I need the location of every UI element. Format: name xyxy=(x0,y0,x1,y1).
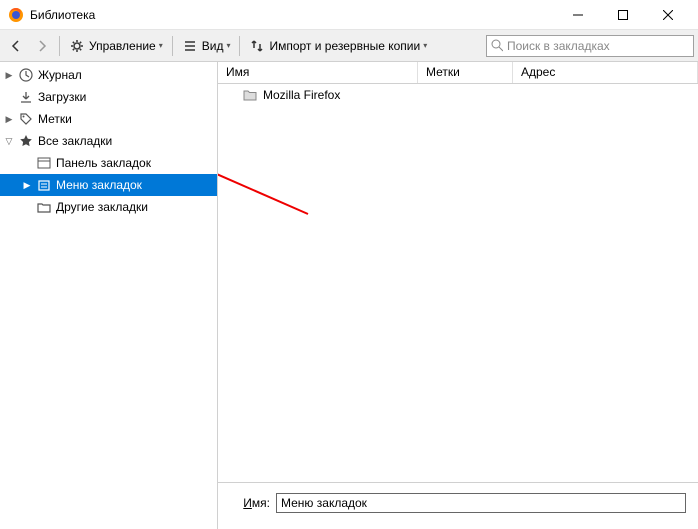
sidebar-item-tags[interactable]: ▶ Метки xyxy=(0,108,217,130)
minimize-button[interactable] xyxy=(555,1,600,29)
sidebar-item-label: Меню закладок xyxy=(56,178,142,192)
expand-icon[interactable]: ▶ xyxy=(20,180,34,191)
window-title: Библиотека xyxy=(30,8,555,22)
column-headers: Имя Метки Адрес xyxy=(218,62,698,84)
folder-icon xyxy=(242,87,258,103)
window-controls xyxy=(555,1,690,29)
view-label: Вид xyxy=(202,39,224,53)
detail-name-label: Имя: xyxy=(230,496,270,510)
column-name[interactable]: Имя xyxy=(218,62,418,83)
folder-icon xyxy=(36,199,52,215)
back-button[interactable] xyxy=(4,33,28,59)
column-tags[interactable]: Метки xyxy=(418,62,513,83)
content: ▶ Журнал Загрузки ▶ Метки ▽ Все закладки… xyxy=(0,62,698,529)
separator xyxy=(239,36,240,56)
organize-button[interactable]: Управление ▾ xyxy=(65,33,167,59)
sidebar-item-label: Другие закладки xyxy=(56,200,148,214)
search-icon xyxy=(491,39,503,52)
collapse-icon[interactable]: ▽ xyxy=(2,136,16,147)
column-address[interactable]: Адрес xyxy=(513,62,698,83)
main-panel: Имя Метки Адрес Mozilla Firefox Имя: xyxy=(218,62,698,529)
forward-button[interactable] xyxy=(30,33,54,59)
sidebar-item-bookmarks-menu[interactable]: ▶ Меню закладок xyxy=(0,174,217,196)
toolbar-folder-icon xyxy=(36,155,52,171)
list-item[interactable]: Mozilla Firefox xyxy=(218,85,698,105)
organize-label: Управление xyxy=(89,39,156,53)
sidebar-item-label: Все закладки xyxy=(38,134,112,148)
sidebar-item-other-bookmarks[interactable]: Другие закладки xyxy=(0,196,217,218)
sidebar-item-history[interactable]: ▶ Журнал xyxy=(0,64,217,86)
chevron-down-icon: ▾ xyxy=(423,41,427,50)
import-label: Импорт и резервные копии xyxy=(269,39,420,53)
arrow-right-icon xyxy=(34,38,50,54)
sidebar-item-bookmarks-toolbar[interactable]: Панель закладок xyxy=(0,152,217,174)
view-button[interactable]: Вид ▾ xyxy=(178,33,235,59)
arrow-left-icon xyxy=(8,38,24,54)
clock-icon xyxy=(18,67,34,83)
sidebar-item-label: Журнал xyxy=(38,68,82,82)
chevron-down-icon: ▾ xyxy=(159,41,163,50)
list-icon xyxy=(182,38,198,54)
tag-icon xyxy=(18,111,34,127)
search-box[interactable] xyxy=(486,35,694,57)
titlebar: Библиотека xyxy=(0,0,698,30)
list-item-label: Mozilla Firefox xyxy=(263,88,340,102)
maximize-button[interactable] xyxy=(600,1,645,29)
sidebar-item-label: Метки xyxy=(38,112,72,126)
app-icon xyxy=(8,7,24,23)
annotation-arrow xyxy=(218,139,318,219)
gear-icon xyxy=(69,38,85,54)
separator xyxy=(59,36,60,56)
toolbar: Управление ▾ Вид ▾ Импорт и резервные ко… xyxy=(0,30,698,62)
detail-name-row: Имя: xyxy=(230,493,686,513)
search-input[interactable] xyxy=(507,39,689,53)
expand-icon[interactable]: ▶ xyxy=(2,70,16,81)
star-icon xyxy=(18,133,34,149)
chevron-down-icon: ▾ xyxy=(226,41,230,50)
separator xyxy=(172,36,173,56)
sidebar-item-downloads[interactable]: Загрузки xyxy=(0,86,217,108)
menu-folder-icon xyxy=(36,177,52,193)
close-button[interactable] xyxy=(645,1,690,29)
sidebar-item-label: Загрузки xyxy=(38,90,86,104)
sidebar-item-all-bookmarks[interactable]: ▽ Все закладки xyxy=(0,130,217,152)
detail-name-input[interactable] xyxy=(276,493,686,513)
import-export-icon xyxy=(249,38,265,54)
download-icon xyxy=(18,89,34,105)
expand-icon[interactable]: ▶ xyxy=(2,114,16,125)
sidebar-item-label: Панель закладок xyxy=(56,156,151,170)
sidebar: ▶ Журнал Загрузки ▶ Метки ▽ Все закладки… xyxy=(0,62,218,529)
details-panel: Имя: xyxy=(218,482,698,529)
bookmark-list: Mozilla Firefox xyxy=(218,84,698,482)
import-backup-button[interactable]: Импорт и резервные копии ▾ xyxy=(245,33,431,59)
